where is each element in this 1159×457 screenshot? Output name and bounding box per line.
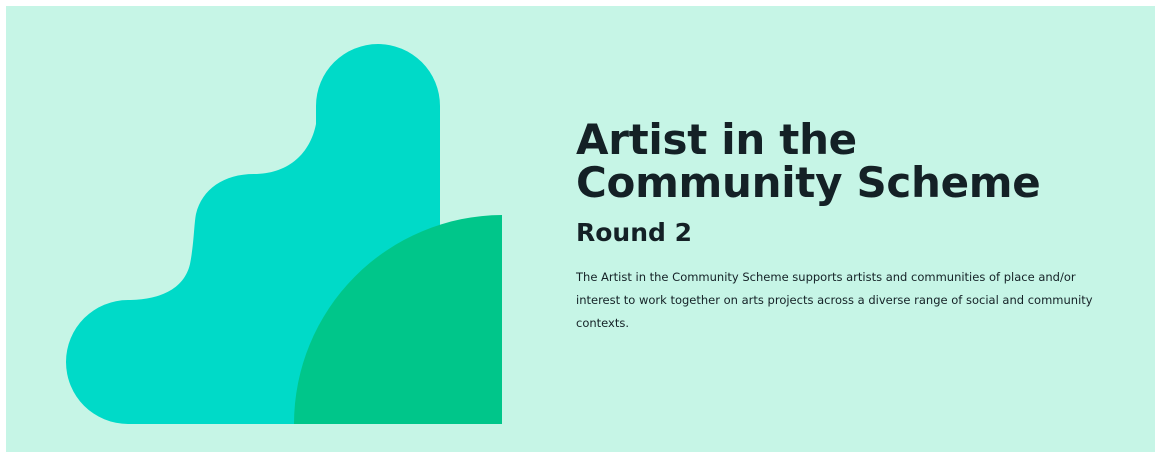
abstract-shapes-illustration bbox=[66, 44, 502, 424]
hero-banner: Artist in the Community Scheme Round 2 T… bbox=[6, 6, 1155, 452]
page-title: Artist in the Community Scheme bbox=[576, 115, 1041, 207]
round-subtitle: Round 2 bbox=[576, 218, 693, 247]
hero-content: Artist in the Community Scheme Round 2 T… bbox=[576, 118, 1136, 335]
scheme-description: The Artist in the Community Scheme suppo… bbox=[576, 270, 1093, 330]
